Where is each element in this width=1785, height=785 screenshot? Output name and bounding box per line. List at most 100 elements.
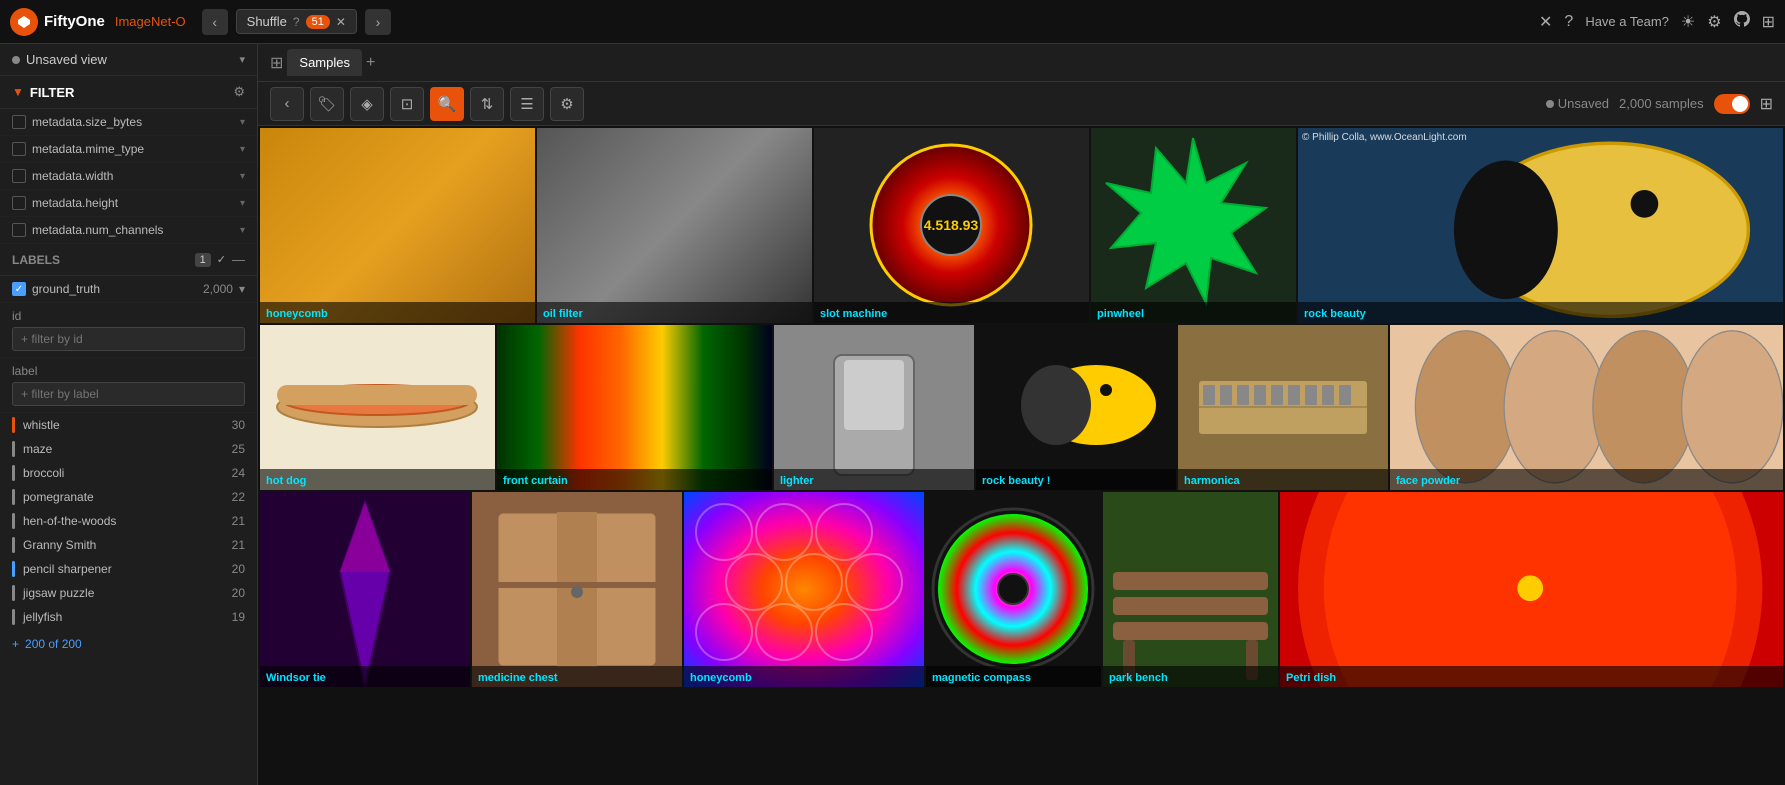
label-filter-input[interactable] — [12, 382, 245, 406]
meta-checkbox-size[interactable] — [12, 115, 26, 129]
help-icon[interactable]: ? — [1564, 13, 1573, 31]
grid-item-lighter[interactable]: lighter — [774, 325, 974, 490]
toolbar-left: ‹ 🏷 ◈ ⊡ 🔍 ⇅ ☰ ⚙ — [270, 87, 584, 121]
add-tab-button[interactable]: + — [366, 54, 375, 72]
grid-item-pinwheel[interactable]: pinwheel — [1091, 128, 1296, 323]
label-count-jellyfish: 19 — [232, 610, 245, 624]
filter-icon: ▼ — [12, 85, 24, 99]
label-count-hen: 21 — [232, 514, 245, 528]
label-item-broccoli[interactable]: broccoli 24 — [0, 461, 257, 485]
grid-item-rock-beauty-1[interactable]: © Phillip Colla, www.OceanLight.com rock… — [1298, 128, 1783, 323]
back-button[interactable]: ‹ — [270, 87, 304, 121]
labels-collapse-btn[interactable]: — — [232, 252, 245, 267]
ground-truth-checkbox[interactable]: ✓ — [12, 282, 26, 296]
ground-truth-collapse-btn[interactable]: ▾ — [239, 282, 245, 296]
grid-item-front-curtain[interactable]: front curtain — [497, 325, 772, 490]
label-count-broccoli: 24 — [232, 466, 245, 480]
label-button[interactable]: ◈ — [350, 87, 384, 121]
selection-button[interactable]: ⊡ — [390, 87, 424, 121]
shuffle-label: Shuffle — [247, 14, 287, 29]
meta-checkbox-channels[interactable] — [12, 223, 26, 237]
add-stage-plus: + — [12, 637, 19, 651]
label-item-granny[interactable]: Granny Smith 21 — [0, 533, 257, 557]
meta-label-size: metadata.size_bytes — [32, 115, 234, 129]
grid-item-honeycomb-1[interactable]: honeycomb — [260, 128, 535, 323]
label-item-whistle[interactable]: whistle 30 — [0, 413, 257, 437]
nav-next-button[interactable]: › — [365, 9, 391, 35]
grid-item-park-bench[interactable]: park bench — [1103, 492, 1278, 687]
labels-count-badge: 1 — [195, 253, 211, 267]
meta-checkbox-mime[interactable] — [12, 142, 26, 156]
meta-item-mime-type[interactable]: metadata.mime_type ▾ — [0, 136, 257, 163]
label-pinwheel: pinwheel — [1097, 308, 1144, 320]
meta-chevron-mime: ▾ — [240, 144, 245, 155]
meta-checkbox-height[interactable] — [12, 196, 26, 210]
label-name-granny: Granny Smith — [23, 538, 232, 552]
shuffle-tab[interactable]: Shuffle ? 51 ✕ — [236, 9, 357, 34]
options-button[interactable]: ⚙ — [550, 87, 584, 121]
label-count-pencil: 20 — [232, 562, 245, 576]
tab-close-button[interactable]: ✕ — [336, 15, 346, 29]
label-item-jellyfish[interactable]: jellyfish 19 — [0, 605, 257, 629]
toggle-switch[interactable] — [1714, 94, 1750, 114]
label-item-pomegranate[interactable]: pomegranate 22 — [0, 485, 257, 509]
labels-checkmark-icon: ✓ — [217, 253, 226, 266]
check-icon: ✓ — [15, 284, 23, 295]
close-icon[interactable]: ✕ — [1539, 12, 1552, 32]
filter-gear-icon[interactable]: ⚙ — [233, 84, 245, 100]
label-item-hen[interactable]: hen-of-the-woods 21 — [0, 509, 257, 533]
label-rock-beauty-2: rock beauty ! — [982, 475, 1050, 487]
meta-checkbox-width[interactable] — [12, 169, 26, 183]
tag-button[interactable]: 🏷 — [310, 87, 344, 121]
label-item-pencil[interactable]: pencil sharpener 20 — [0, 557, 257, 581]
grid-icon[interactable]: ⊞ — [1762, 12, 1775, 32]
nav-prev-button[interactable]: ‹ — [202, 9, 228, 35]
label-honeycomb-1: honeycomb — [266, 308, 328, 320]
grid-item-magnetic-compass[interactable]: magnetic compass — [926, 492, 1101, 687]
grid-item-rock-beauty-2[interactable]: rock beauty ! — [976, 325, 1176, 490]
meta-item-width[interactable]: metadata.width ▾ — [0, 163, 257, 190]
grid-item-oil-filter[interactable]: oil filter — [537, 128, 812, 323]
grid-dots-icon[interactable]: ⊞ — [270, 53, 283, 73]
sort-button[interactable]: ⇅ — [470, 87, 504, 121]
view-grid-button[interactable]: ⊞ — [1760, 94, 1773, 114]
label-filter-section: label — [0, 358, 257, 413]
unsaved-view-row[interactable]: Unsaved view ▾ — [0, 44, 257, 76]
samples-tab[interactable]: Samples — [287, 49, 362, 76]
github-icon[interactable] — [1734, 11, 1750, 32]
id-filter-input[interactable] — [12, 327, 245, 351]
label-face-powder: face powder — [1396, 475, 1460, 487]
grid-item-honeycomb-2[interactable]: honeycomb — [684, 492, 924, 687]
grid-row-1: honeycomb oil filter — [260, 128, 1783, 323]
add-stage-btn[interactable]: + 200 of 200 — [0, 629, 257, 659]
tab-count-badge: 51 — [306, 15, 330, 29]
label-count-jigsaw: 20 — [232, 586, 245, 600]
label-item-maze[interactable]: maze 25 — [0, 437, 257, 461]
unsaved-status-label: Unsaved — [1558, 96, 1609, 111]
labels-title: LABELS — [12, 253, 189, 267]
label-windsor-tie: Windsor tie — [266, 672, 326, 684]
sun-icon[interactable]: ☀ — [1681, 12, 1695, 32]
grid-item-harmonica[interactable]: harmonica — [1178, 325, 1388, 490]
list-button[interactable]: ☰ — [510, 87, 544, 121]
toggle-control[interactable] — [1714, 94, 1750, 114]
grid-item-hot-dog[interactable]: hot dog — [260, 325, 495, 490]
search-button[interactable]: 🔍 — [430, 87, 464, 121]
topbar-right: ✕ ? Have a Team? ☀ ⚙ ⊞ — [1539, 11, 1775, 32]
label-color-broccoli — [12, 465, 15, 481]
meta-item-height[interactable]: metadata.height ▾ — [0, 190, 257, 217]
grid-item-windsor-tie[interactable]: Windsor tie — [260, 492, 470, 687]
grid-item-medicine-chest[interactable]: medicine chest — [472, 492, 682, 687]
label-front-curtain: front curtain — [503, 475, 568, 487]
settings-icon[interactable]: ⚙ — [1707, 12, 1721, 32]
label-petri-dish: Petri dish — [1286, 672, 1336, 684]
grid-item-slot-machine[interactable]: 4.518.93 slot machine — [814, 128, 1089, 323]
meta-item-size-bytes[interactable]: metadata.size_bytes ▾ — [0, 109, 257, 136]
ground-truth-count: 2,000 — [203, 282, 233, 296]
label-item-jigsaw[interactable]: jigsaw puzzle 20 — [0, 581, 257, 605]
label-count-pomegranate: 22 — [232, 490, 245, 504]
grid-item-face-powder[interactable]: face powder — [1390, 325, 1783, 490]
unsaved-badge: Unsaved — [1546, 96, 1609, 111]
meta-item-channels[interactable]: metadata.num_channels ▾ — [0, 217, 257, 244]
grid-item-petri-dish[interactable]: Petri dish — [1280, 492, 1783, 687]
